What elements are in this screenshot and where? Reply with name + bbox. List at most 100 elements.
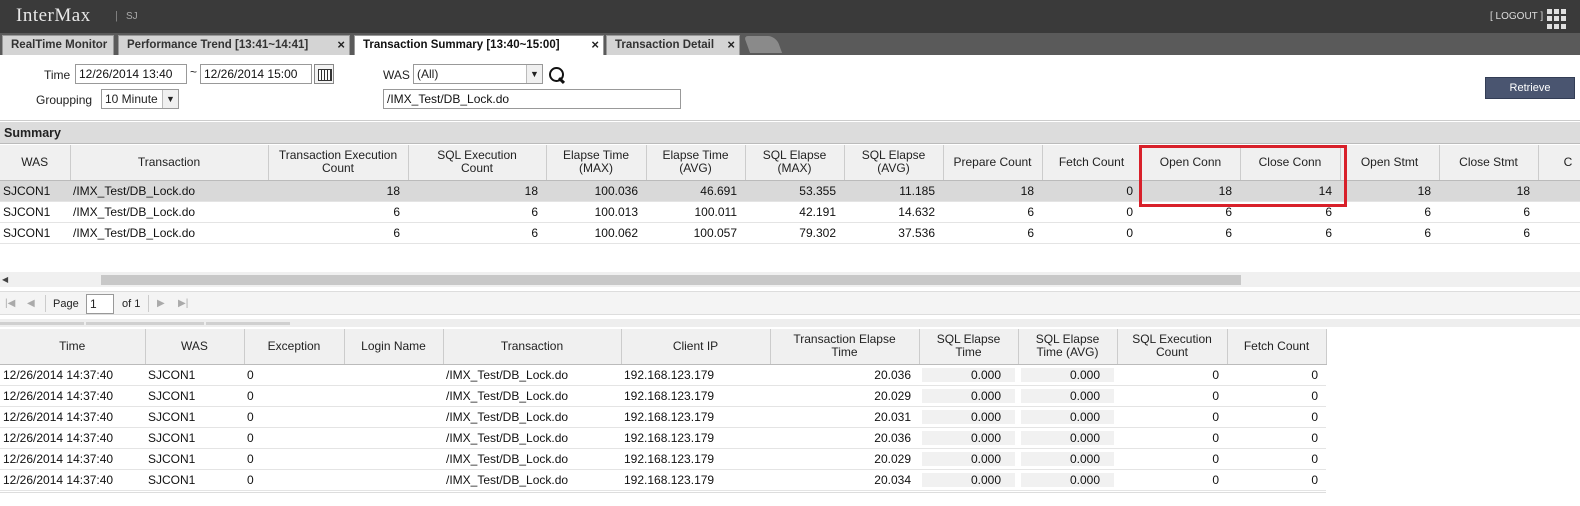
table-row[interactable]: 12/26/2014 14:37:40 SJCON1 0/IMX_Test/DB_L… [0, 406, 1326, 428]
retrieve-button[interactable]: Retrieve [1485, 77, 1575, 99]
table-row[interactable]: 12/26/2014 14:37:40 SJCON1 0/IMX_Test/DB_L… [0, 469, 1326, 491]
table-row[interactable]: SJCON1/IMX_Test/DB_Lock.do 6 6 100.062 100.0… [0, 222, 1580, 244]
tab-transaction-summary[interactable]: Transaction Summary [13:40~15:00] × [354, 35, 604, 55]
column-header[interactable]: SQL Execution Count [408, 145, 547, 181]
column-header[interactable]: Elapse Time (AVG) [646, 145, 746, 181]
table-cell: 46.691 [646, 180, 745, 202]
close-icon[interactable]: × [337, 37, 345, 52]
time-from-input[interactable]: 12/26/2014 13:40 [75, 64, 187, 84]
column-header[interactable]: SQL Elapse (AVG) [844, 145, 944, 181]
column-header-label: (AVG) [877, 161, 910, 176]
column-header-label: Count [321, 161, 355, 176]
table-cell: /IMX_Test/DB_Lock.do [443, 406, 621, 428]
table-row[interactable]: 12/26/2014 14:37:40 SJCON1 0/IMX_Test/DB_L… [0, 364, 1326, 386]
column-header-label: Time [955, 345, 982, 360]
prev-page-icon[interactable]: ◀ [27, 298, 35, 309]
table-cell: 100.013 [546, 201, 646, 223]
column-header[interactable]: Time [0, 329, 146, 365]
close-icon[interactable]: × [727, 37, 735, 52]
table-cell: 37.536 [844, 222, 943, 244]
table-cell: 12/26/2014 14:37:40 [0, 406, 145, 428]
column-header[interactable]: Close Stmt [1439, 145, 1539, 181]
column-header-label: SQL Elapse [1035, 332, 1100, 347]
panel-splitter[interactable] [0, 319, 1580, 327]
column-header[interactable]: Transaction Elapse Time [770, 329, 920, 365]
table-cell: 0 [244, 469, 344, 491]
table-cell [344, 364, 443, 386]
column-header[interactable]: Exception [244, 329, 345, 365]
column-header-label: Time (AVG) [1036, 345, 1099, 360]
table-cell: 12/26/2014 14:37:40 [0, 385, 145, 407]
table-cell: 18 [943, 180, 1042, 202]
column-header[interactable]: Transaction [443, 329, 622, 365]
column-header[interactable]: Open Stmt [1340, 145, 1440, 181]
column-header[interactable]: Client IP [621, 329, 771, 365]
column-header[interactable]: SQL Elapse (MAX) [745, 145, 845, 181]
column-header[interactable]: WAS [145, 329, 245, 365]
table-cell: 192.168.123.179 [621, 406, 770, 428]
apps-grid-icon[interactable] [1547, 9, 1567, 29]
tab-strip: RealTime Monitor Performance Trend [13:4… [0, 33, 1580, 55]
calendar-icon[interactable] [314, 64, 334, 84]
logo-separator: | [115, 10, 118, 22]
column-header[interactable]: Fetch Count [1042, 145, 1142, 181]
logout-link[interactable]: [ LOGOUT ] [1490, 11, 1543, 22]
last-page-icon[interactable]: ▶| [178, 298, 188, 309]
was-label: WAS [383, 68, 410, 82]
column-header[interactable]: Elapse Time (MAX) [546, 145, 647, 181]
column-header[interactable]: SQL Execution Count [1117, 329, 1228, 365]
table-cell: 53.355 [745, 180, 844, 202]
tab-realtime-monitor[interactable]: RealTime Monitor [2, 35, 114, 55]
search-icon[interactable] [548, 66, 566, 84]
transaction-filter-input[interactable]: /IMX_Test/DB_Lock.do [383, 89, 681, 109]
table-cell [1538, 180, 1580, 202]
column-header[interactable]: Login Name [344, 329, 444, 365]
table-row[interactable]: 12/26/2014 14:37:40 SJCON1 0/IMX_Test/DB_L… [0, 448, 1326, 470]
grouping-label: Groupping [36, 93, 93, 107]
next-page-icon[interactable]: ▶ [157, 298, 165, 309]
first-page-icon[interactable]: |◀ [5, 298, 15, 309]
column-header[interactable]: Prepare Count [943, 145, 1043, 181]
table-cell: 18 [1439, 180, 1538, 202]
table-cell: 0.000 [919, 448, 1018, 470]
tab-label: Performance Trend [13:41~14:41] [127, 39, 309, 51]
detail-table: Time WAS Exception Login Name Transaction Cli… [0, 329, 1327, 491]
column-header[interactable]: Fetch Count [1227, 329, 1327, 365]
new-tab-button[interactable] [743, 36, 783, 53]
table-cell [344, 406, 443, 428]
table-cell: 192.168.123.179 [621, 385, 770, 407]
table-cell: 18 [408, 180, 546, 202]
table-cell: SJCON1 [0, 222, 70, 244]
column-header[interactable]: Transaction [70, 145, 269, 181]
scrollbar-thumb[interactable] [101, 275, 1241, 285]
current-user: SJ [126, 11, 138, 22]
table-cell: 192.168.123.179 [621, 364, 770, 386]
scroll-left-arrow-icon[interactable]: ◀ [2, 275, 8, 284]
table-cell: 79.302 [745, 222, 844, 244]
column-header-label: (AVG) [679, 161, 712, 176]
column-header[interactable]: SQL Elapse Time (AVG) [1018, 329, 1118, 365]
table-cell: 6 [943, 201, 1042, 223]
table-cell [344, 385, 443, 407]
table-row[interactable]: 12/26/2014 14:37:40 SJCON1 0/IMX_Test/DB_L… [0, 427, 1326, 449]
column-header[interactable]: Transaction Execution Count [268, 145, 409, 181]
column-header[interactable]: C [1538, 145, 1580, 181]
column-header[interactable]: WAS [0, 145, 71, 181]
column-header[interactable]: SQL Elapse Time [919, 329, 1019, 365]
table-cell: 0 [1227, 385, 1326, 407]
table-cell: 14.632 [844, 201, 943, 223]
time-to-input[interactable]: 12/26/2014 15:00 [200, 64, 312, 84]
column-header-label: Count [1155, 345, 1189, 360]
horizontal-scrollbar[interactable]: ◀ [0, 272, 1580, 287]
page-count-label: of 1 [122, 298, 141, 310]
grouping-select[interactable]: 10 Minute ▼ [101, 89, 179, 109]
was-select[interactable]: (All) ▼ [413, 64, 543, 84]
table-cell: 0 [1042, 222, 1141, 244]
pager-divider [148, 295, 149, 312]
tab-transaction-detail[interactable]: Transaction Detail × [606, 35, 740, 55]
tab-label: RealTime Monitor [11, 39, 108, 51]
table-row[interactable]: 12/26/2014 14:37:40 SJCON1 0/IMX_Test/DB_L… [0, 385, 1326, 407]
tab-performance-trend[interactable]: Performance Trend [13:41~14:41] × [118, 35, 350, 55]
page-number-input[interactable]: 1 [86, 294, 114, 314]
close-icon[interactable]: × [591, 37, 599, 52]
